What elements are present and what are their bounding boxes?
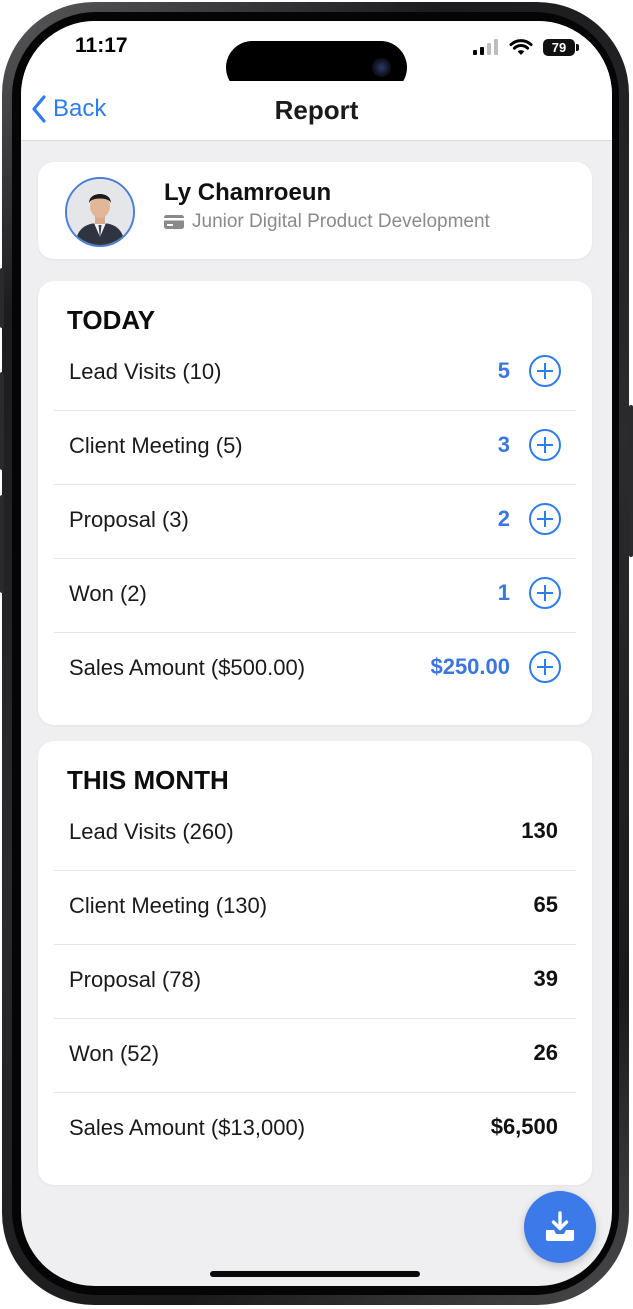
profile-role: Junior Digital Product Development	[164, 211, 490, 233]
month-row-lead-visits: Lead Visits (260) 130	[54, 796, 576, 870]
plus-circle-icon[interactable]	[529, 355, 561, 387]
row-value: $250.00	[430, 654, 510, 679]
row-label: Proposal (78)	[69, 967, 202, 992]
avatar-photo-icon	[67, 179, 133, 245]
page-title: Report	[274, 95, 359, 125]
status-bar: 11:17 79	[21, 21, 612, 94]
profile-card: Ly Chamroeun Junior Digital Product Deve…	[38, 162, 592, 259]
plus-circle-icon[interactable]	[529, 429, 561, 461]
screen: 11:17 79 Back Report Ly Chamroeun Junior…	[21, 21, 612, 1286]
id-card-icon	[164, 215, 184, 229]
navigation-bar: Back Report	[21, 81, 612, 141]
profile-name: Ly Chamroeun	[164, 179, 332, 206]
action-button	[0, 268, 4, 328]
volume-down-button	[0, 495, 4, 593]
volume-up-button	[0, 372, 4, 470]
month-row-sales-amount: Sales Amount ($13,000) $6,500	[54, 1092, 576, 1166]
row-value: 130	[521, 818, 558, 843]
month-row-client-meeting: Client Meeting (130) 65	[54, 870, 576, 944]
home-indicator[interactable]	[210, 1271, 420, 1277]
today-row-won: Won (2) 1	[54, 558, 576, 632]
row-value: 39	[533, 966, 558, 991]
row-value: 3	[497, 432, 510, 457]
wifi-icon	[509, 39, 533, 55]
row-value: 5	[497, 358, 510, 383]
this-month-card: THIS MONTH Lead Visits (260) 130 Client …	[38, 741, 592, 1185]
today-row-lead-visits: Lead Visits (10) 5	[54, 336, 576, 410]
download-tray-icon	[546, 1211, 574, 1241]
today-row-sales-amount: Sales Amount ($500.00) $250.00	[54, 632, 576, 706]
download-button[interactable]	[524, 1191, 596, 1263]
row-label: Client Meeting (130)	[69, 893, 268, 918]
status-icons: 79	[473, 35, 579, 59]
today-title: TODAY	[67, 305, 156, 335]
avatar	[65, 177, 135, 247]
row-value: 65	[533, 892, 558, 917]
battery-level: 79	[551, 39, 567, 55]
status-time: 11:17	[75, 34, 128, 57]
power-button	[629, 405, 633, 557]
row-value: 1	[497, 580, 510, 605]
battery-icon: 79	[543, 38, 579, 56]
plus-circle-icon[interactable]	[529, 651, 561, 683]
row-value: $6,500	[490, 1114, 558, 1139]
month-title: THIS MONTH	[67, 765, 229, 795]
row-value: 26	[533, 1040, 558, 1065]
row-value: 2	[497, 506, 510, 531]
profile-role-text: Junior Digital Product Development	[192, 211, 490, 232]
today-row-proposal: Proposal (3) 2	[54, 484, 576, 558]
cellular-signal-icon	[473, 39, 498, 55]
row-label: Won (52)	[69, 1041, 160, 1066]
plus-circle-icon[interactable]	[529, 577, 561, 609]
camera-icon	[372, 58, 391, 77]
row-label: Sales Amount ($13,000)	[69, 1115, 306, 1140]
month-row-proposal: Proposal (78) 39	[54, 944, 576, 1018]
month-row-won: Won (52) 26	[54, 1018, 576, 1092]
plus-circle-icon[interactable]	[529, 503, 561, 535]
today-row-client-meeting: Client Meeting (5) 3	[54, 410, 576, 484]
row-label: Lead Visits (260)	[69, 819, 234, 844]
row-label: Client Meeting (5)	[69, 433, 243, 458]
row-label: Sales Amount ($500.00)	[69, 655, 306, 680]
row-label: Won (2)	[69, 581, 147, 606]
row-label: Proposal (3)	[69, 507, 189, 532]
today-card: TODAY Lead Visits (10) 5 Client Meeting …	[38, 281, 592, 725]
row-label: Lead Visits (10)	[69, 359, 222, 384]
